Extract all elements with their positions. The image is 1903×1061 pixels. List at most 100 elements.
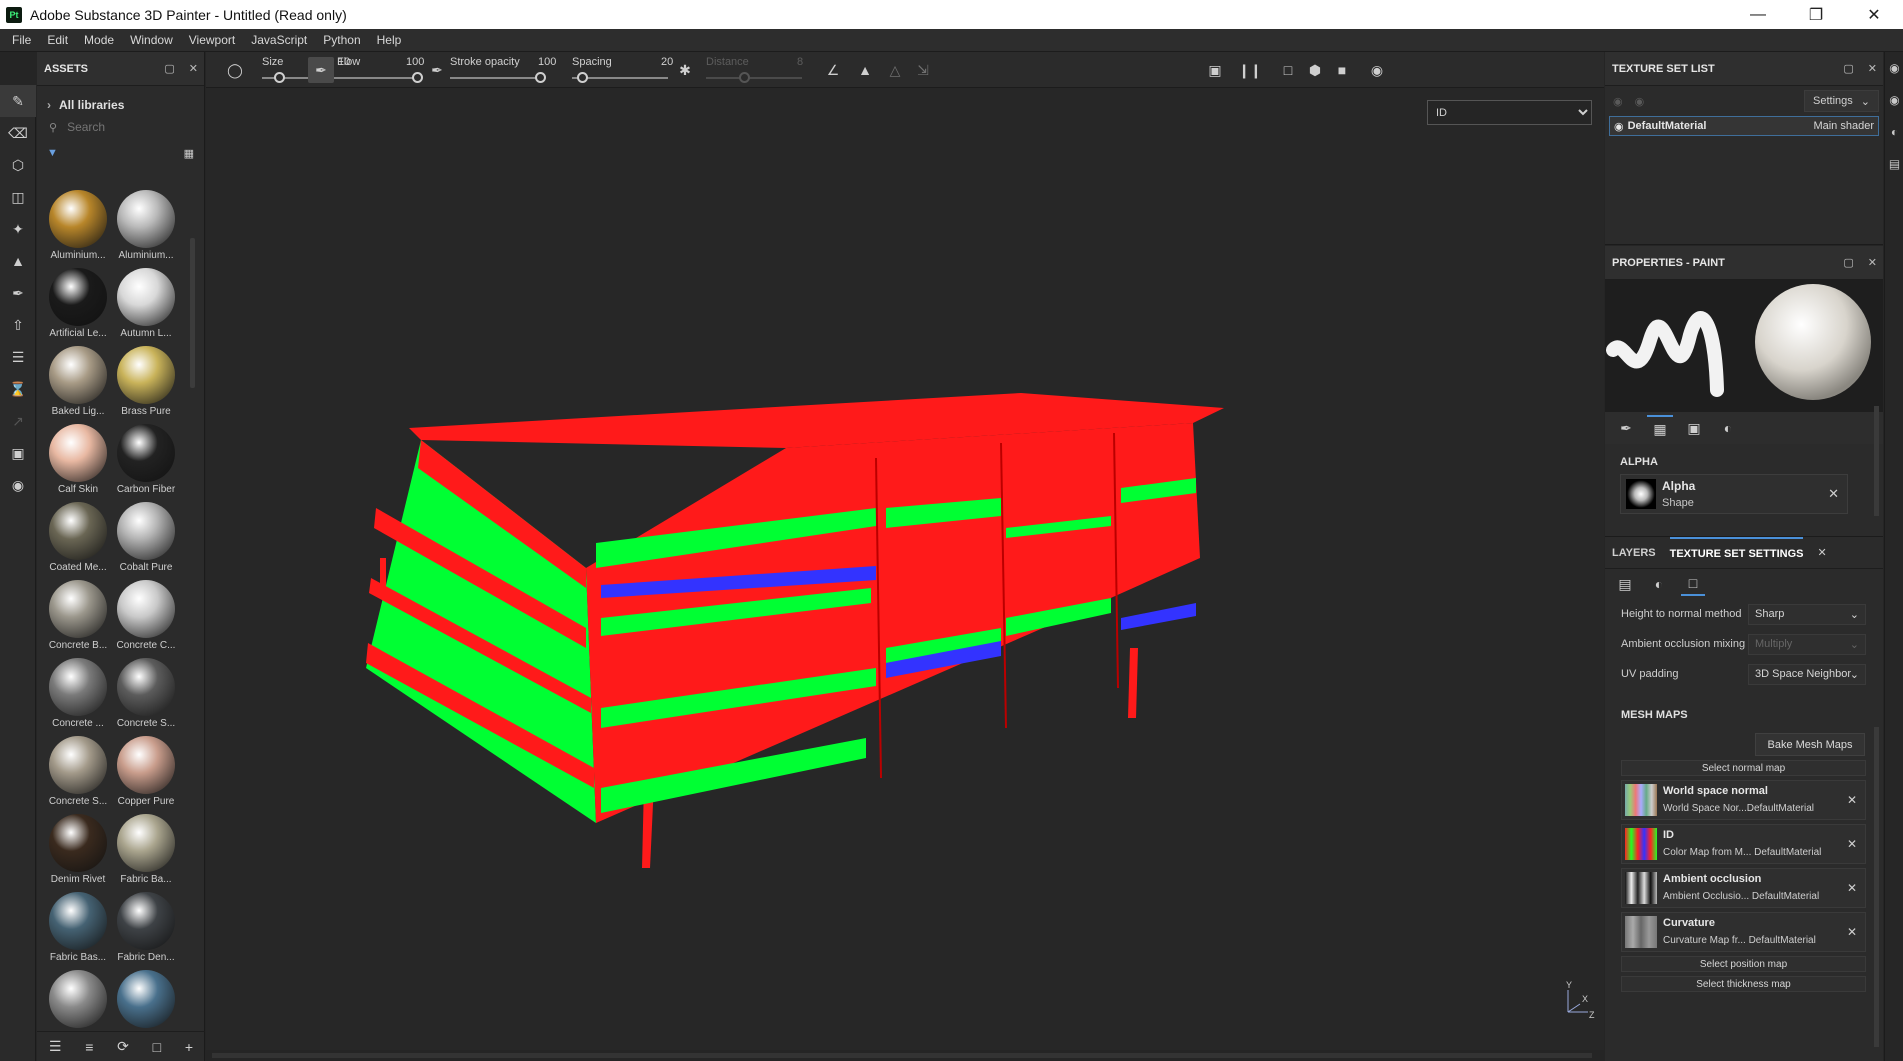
close-panel-icon[interactable]: ✕ (1868, 256, 1877, 269)
menu-file[interactable]: File (4, 33, 39, 47)
close-tab-icon[interactable]: ✕ (1817, 546, 1826, 559)
viewport-scrollbar[interactable] (206, 1050, 1604, 1061)
minimize-button[interactable]: — (1729, 0, 1787, 29)
menu-javascript[interactable]: JavaScript (243, 33, 315, 47)
align-icon[interactable]: ⇲ (914, 61, 932, 79)
flow-pressure-icon[interactable]: ✒ (428, 61, 446, 79)
asset-item[interactable]: Baked Lig... (44, 340, 112, 418)
remove-map-icon[interactable]: ✕ (1847, 793, 1857, 807)
texture-set-list-tab-icon[interactable]: ◉ (1885, 52, 1903, 84)
close-panel-icon[interactable]: ✕ (1868, 62, 1877, 75)
mesh-map-ambient-occlusion[interactable]: Ambient occlusion Ambient Occlusio... De… (1621, 868, 1866, 908)
smudge-icon[interactable]: ✦ (0, 213, 36, 245)
asset-item[interactable]: Carbon Fiber (112, 418, 180, 496)
asset-item[interactable]: Denim Rivet (44, 808, 112, 886)
pen-pressure-icon[interactable]: ✒ (308, 57, 334, 83)
projection-icon[interactable]: ⬡ (0, 149, 36, 181)
assets-scrollbar[interactable] (190, 238, 195, 388)
color-picker-icon[interactable]: ✒ (0, 277, 36, 309)
settings-dropdown[interactable]: Settings ⌄ (1804, 90, 1879, 112)
menu-help[interactable]: Help (369, 33, 410, 47)
asset-item[interactable]: Coated Me... (44, 496, 112, 574)
export-icon[interactable]: ⇧ (0, 309, 36, 341)
eraser-icon[interactable]: ⌫ (0, 117, 36, 149)
asset-item[interactable]: Artificial Le... (44, 262, 112, 340)
sort-icon[interactable]: ≡ (85, 1039, 93, 1055)
shelf-icon[interactable]: ◉ (0, 469, 36, 501)
shader-settings-tab-icon[interactable]: ◐ (1885, 116, 1903, 148)
symmetry-mode-icon[interactable]: △ (886, 61, 904, 79)
asset-item[interactable]: Concrete S... (112, 652, 180, 730)
size-knob[interactable] (274, 72, 286, 83)
material-tab-icon[interactable]: ▦ (1647, 415, 1673, 441)
menu-window[interactable]: Window (122, 33, 181, 47)
stroke-opacity-slider[interactable]: Stroke opacity 100 (450, 52, 560, 88)
solo-icon[interactable]: ◉ (1635, 95, 1645, 108)
symmetry-icon[interactable]: ▲ (856, 61, 874, 79)
visibility-off-icon[interactable]: ◉ (1613, 95, 1623, 108)
brush-tab-icon[interactable]: ✒ (1613, 415, 1639, 441)
3d-view-icon[interactable]: ⬢ (1306, 61, 1324, 79)
mesh-map-world-space-normal[interactable]: World space normal World Space Nor...Def… (1621, 780, 1866, 820)
remove-map-icon[interactable]: ✕ (1847, 881, 1857, 895)
alpha-slot[interactable]: Alpha Shape ✕ (1620, 474, 1848, 514)
brush-shape-icon[interactable]: ◯ (226, 61, 244, 79)
asset-item[interactable]: Concrete ... (44, 652, 112, 730)
camera-icon[interactable]: ■ (1333, 61, 1351, 79)
display-settings-icon[interactable]: ▣ (0, 437, 36, 469)
flow-knob[interactable] (412, 72, 423, 83)
list-view-icon[interactable]: ☰ (49, 1038, 62, 1055)
asset-item[interactable]: Copper Pure (112, 730, 180, 808)
asset-item[interactable]: Calf Skin (44, 418, 112, 496)
spacing-slider[interactable]: Spacing 20 (572, 52, 673, 88)
select-thickness-map-button[interactable]: Select thickness map (1621, 976, 1866, 992)
lazy-mouse-icon[interactable]: ✱ (676, 61, 694, 79)
new-folder-icon[interactable]: □ (153, 1039, 161, 1055)
alpha-tab-icon[interactable]: ▣ (1681, 415, 1707, 441)
mesh-map-id[interactable]: ID Color Map from M... DefaultMaterial ✕ (1621, 824, 1866, 864)
texture-settings-icon[interactable]: ▤ (1613, 572, 1637, 596)
shader-name[interactable]: Main shader (1813, 120, 1874, 132)
texture-set-row[interactable]: ◉ DefaultMaterial Main shader (1609, 116, 1879, 136)
asset-item[interactable]: Fabric Bas... (44, 886, 112, 964)
asset-item[interactable]: Fabric Ba... (112, 808, 180, 886)
asset-item[interactable]: Autumn L... (112, 262, 180, 340)
restore-button[interactable]: ❐ (1787, 0, 1845, 29)
asset-item[interactable]: Cobalt Pure (112, 496, 180, 574)
history-icon[interactable]: ⌛ (0, 373, 36, 405)
tab-layers[interactable]: LAYERS (1612, 537, 1656, 569)
screenshot-icon[interactable]: ◉ (1368, 61, 1386, 79)
select-position-map-button[interactable]: Select position map (1621, 956, 1866, 972)
undock-icon[interactable]: ▢ (164, 62, 174, 75)
bake-icon[interactable]: ☰ (0, 341, 36, 373)
eye-icon[interactable]: ◉ (1614, 120, 1624, 133)
tab-texture-set-settings[interactable]: TEXTURE SET SETTINGS (1669, 536, 1804, 569)
paint-brush-icon[interactable]: ✎ (0, 85, 36, 117)
line-angle-icon[interactable]: ∠ (824, 61, 842, 79)
close-panel-icon[interactable]: ✕ (189, 62, 198, 75)
3d-viewport[interactable]: ID Y X Z (206, 88, 1604, 1050)
remove-alpha-icon[interactable]: ✕ (1828, 486, 1839, 502)
polygon-fill-icon[interactable]: ◫ (0, 181, 36, 213)
undock-icon[interactable]: ▢ (1843, 256, 1853, 269)
measure-icon[interactable]: ↗ (0, 405, 36, 437)
library-selector[interactable]: › All libraries (37, 94, 204, 116)
hide-overlay-icon[interactable]: ▣ (1206, 61, 1224, 79)
asset-item[interactable]: Concrete B... (44, 574, 112, 652)
asset-item[interactable]: Aluminium... (112, 184, 180, 262)
menu-python[interactable]: Python (315, 33, 368, 47)
distance-slider[interactable]: Distance 8 (706, 52, 806, 88)
grid-view-icon[interactable]: ▦ (184, 147, 194, 160)
asset-item[interactable]: Brass Pure (112, 340, 180, 418)
clone-stamp-icon[interactable]: ▲ (0, 245, 36, 277)
settings-scrollbar[interactable] (1874, 727, 1879, 1047)
stroke-opacity-knob[interactable] (535, 72, 546, 83)
mesh-map-curvature[interactable]: Curvature Curvature Map fr... DefaultMat… (1621, 912, 1866, 952)
ao-mixing-dropdown[interactable]: Multiply ⌄ (1748, 633, 1866, 655)
properties-scrollbar[interactable] (1874, 406, 1879, 516)
menu-viewport[interactable]: Viewport (181, 33, 243, 47)
height-to-normal-dropdown[interactable]: Sharp ⌄ (1748, 603, 1866, 625)
distance-knob[interactable] (739, 72, 751, 83)
asset-item[interactable]: Concrete S... (44, 730, 112, 808)
display-settings-tab-icon[interactable]: ◉ (1885, 84, 1903, 116)
